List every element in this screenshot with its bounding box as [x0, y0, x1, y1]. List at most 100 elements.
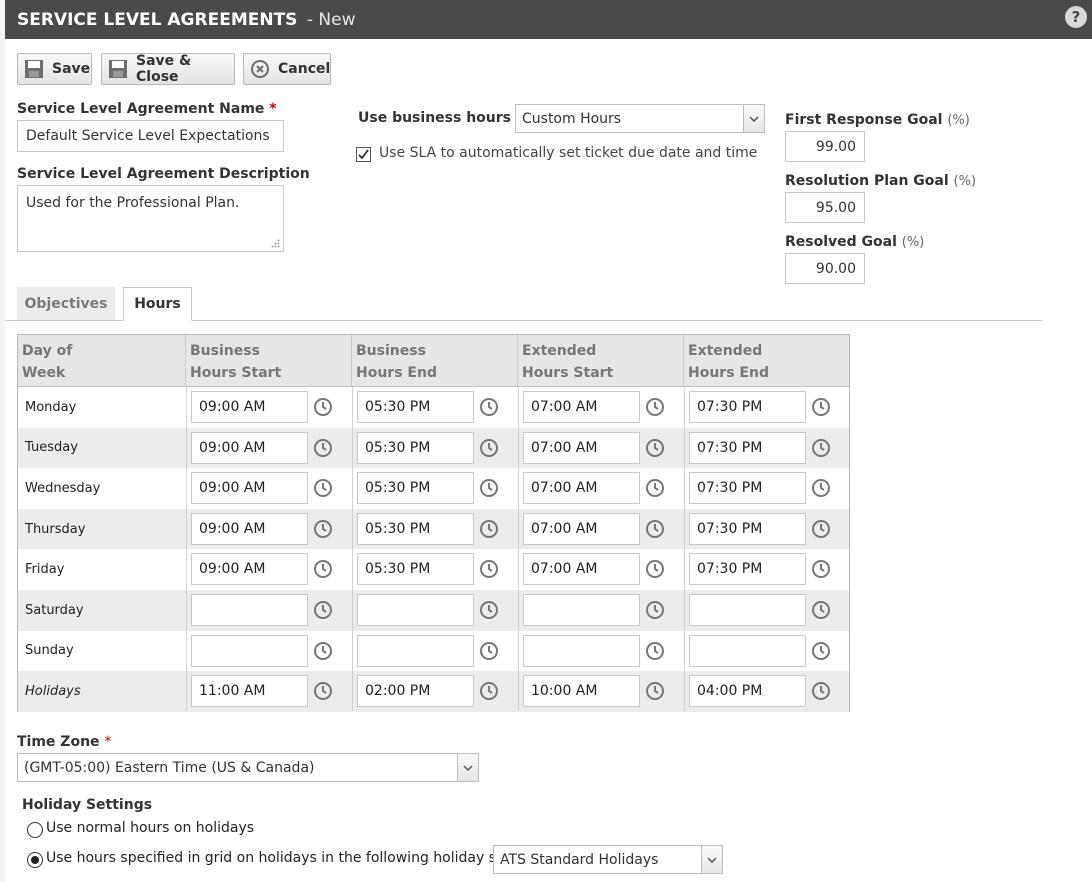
- time-input[interactable]: 07:00 AM: [523, 553, 640, 586]
- time-input[interactable]: 05:30 PM: [357, 472, 474, 505]
- time-input[interactable]: [357, 634, 474, 667]
- time-input[interactable]: 10:00 AM: [523, 675, 640, 708]
- time-input[interactable]: 07:00 AM: [523, 512, 640, 545]
- resolved-goal-unit: (%): [901, 235, 925, 250]
- timezone-select[interactable]: (GMT-05:00) Eastern Time (US & Canada): [17, 753, 479, 782]
- required-marker: *: [269, 101, 277, 117]
- clock-icon[interactable]: [313, 559, 333, 579]
- time-input[interactable]: [689, 634, 806, 667]
- time-input[interactable]: 07:30 PM: [689, 431, 806, 464]
- time-input[interactable]: 05:30 PM: [357, 512, 474, 545]
- clock-icon[interactable]: [313, 681, 333, 701]
- clock-icon[interactable]: [645, 397, 665, 417]
- clock-icon[interactable]: [645, 600, 665, 620]
- auto-due-checkbox[interactable]: [356, 147, 371, 162]
- time-input[interactable]: [357, 594, 474, 626]
- timezone-label-text: Time Zone: [17, 734, 100, 750]
- clock-icon[interactable]: [479, 519, 499, 539]
- time-input[interactable]: [689, 594, 806, 626]
- save-button[interactable]: Save: [17, 53, 92, 85]
- time-input[interactable]: [191, 594, 308, 626]
- clock-icon[interactable]: [313, 641, 333, 661]
- holiday-set-select[interactable]: ATS Standard Holidays: [493, 845, 723, 874]
- resize-handle-icon[interactable]: [271, 239, 280, 248]
- time-input[interactable]: [523, 634, 640, 667]
- clock-icon[interactable]: [313, 438, 333, 458]
- time-input[interactable]: 09:00 AM: [191, 553, 308, 586]
- resolution-plan-goal-unit: (%): [953, 174, 977, 189]
- clock-icon[interactable]: [645, 478, 665, 498]
- clock-icon[interactable]: [811, 519, 831, 539]
- clock-icon[interactable]: [645, 559, 665, 579]
- time-value: 07:30 PM: [697, 480, 763, 497]
- time-input[interactable]: 05:30 PM: [357, 431, 474, 464]
- radio-grid-hours[interactable]: [27, 852, 43, 868]
- clock-icon[interactable]: [645, 681, 665, 701]
- time-input[interactable]: 05:30 PM: [357, 391, 474, 423]
- tab-hours[interactable]: Hours: [123, 287, 192, 321]
- time-input[interactable]: 07:30 PM: [689, 553, 806, 586]
- radio-grid-hours-label: Use hours specified in grid on holidays …: [46, 850, 515, 866]
- clock-icon[interactable]: [811, 478, 831, 498]
- cancel-button[interactable]: Cancel: [243, 53, 331, 85]
- radio-normal-hours[interactable]: [27, 822, 43, 838]
- sla-name-input[interactable]: Default Service Level Expectations: [17, 120, 284, 152]
- clock-icon[interactable]: [811, 641, 831, 661]
- clock-icon[interactable]: [645, 438, 665, 458]
- help-icon[interactable]: ?: [1065, 6, 1087, 28]
- left-edge: [0, 0, 5, 882]
- clock-icon[interactable]: [479, 438, 499, 458]
- resolved-goal-input[interactable]: 90.00: [785, 253, 865, 284]
- clock-icon[interactable]: [645, 519, 665, 539]
- save-close-button[interactable]: Save & Close: [101, 53, 235, 85]
- time-value: 09:00 AM: [199, 480, 266, 497]
- sla-description-textarea[interactable]: Used for the Professional Plan.: [17, 185, 284, 252]
- header-line: Business: [190, 343, 260, 359]
- time-input[interactable]: 07:00 AM: [523, 431, 640, 464]
- time-input[interactable]: 04:00 PM: [689, 675, 806, 708]
- clock-icon[interactable]: [479, 478, 499, 498]
- clock-icon[interactable]: [811, 438, 831, 458]
- clock-icon[interactable]: [479, 397, 499, 417]
- clock-icon[interactable]: [811, 600, 831, 620]
- business-hours-select[interactable]: Custom Hours: [515, 104, 765, 133]
- time-input[interactable]: 09:00 AM: [191, 512, 308, 545]
- clock-icon[interactable]: [313, 600, 333, 620]
- column-divider: [186, 387, 187, 711]
- tab-objectives[interactable]: Objectives: [17, 287, 115, 321]
- clock-icon[interactable]: [479, 681, 499, 701]
- clock-icon[interactable]: [479, 600, 499, 620]
- time-value: 07:00 AM: [531, 439, 598, 456]
- clock-icon[interactable]: [313, 478, 333, 498]
- title-dash: -: [301, 9, 319, 30]
- time-input[interactable]: [191, 634, 308, 667]
- table-row: Monday 09:00 AM 05:30 PM 07:00 AM 07:30 PM: [18, 387, 849, 428]
- time-value: 11:00 AM: [199, 683, 266, 700]
- header-business-start: Business Hours Start: [186, 335, 352, 387]
- time-input[interactable]: 07:00 AM: [523, 472, 640, 505]
- time-input[interactable]: 09:00 AM: [191, 431, 308, 464]
- clock-icon[interactable]: [479, 559, 499, 579]
- header-line: Day of: [22, 343, 73, 359]
- resolution-plan-goal-input[interactable]: 95.00: [785, 192, 865, 223]
- time-input[interactable]: 11:00 AM: [191, 675, 308, 708]
- day-name: Holidays: [25, 683, 81, 699]
- time-input[interactable]: 07:00 AM: [523, 391, 640, 423]
- clock-icon[interactable]: [645, 641, 665, 661]
- time-input[interactable]: 07:30 PM: [689, 512, 806, 545]
- clock-icon[interactable]: [479, 641, 499, 661]
- first-response-goal-input[interactable]: 99.00: [785, 131, 865, 162]
- time-input[interactable]: 09:00 AM: [191, 391, 308, 423]
- time-input[interactable]: 09:00 AM: [191, 472, 308, 505]
- time-input[interactable]: 02:00 PM: [357, 675, 474, 708]
- clock-icon[interactable]: [313, 397, 333, 417]
- time-input[interactable]: 05:30 PM: [357, 553, 474, 586]
- clock-icon[interactable]: [811, 681, 831, 701]
- time-input[interactable]: 07:30 PM: [689, 472, 806, 505]
- time-input[interactable]: 07:30 PM: [689, 391, 806, 423]
- resolution-plan-goal-label: Resolution Plan Goal (%): [785, 173, 976, 189]
- clock-icon[interactable]: [811, 559, 831, 579]
- time-input[interactable]: [523, 594, 640, 626]
- clock-icon[interactable]: [313, 519, 333, 539]
- clock-icon[interactable]: [811, 397, 831, 417]
